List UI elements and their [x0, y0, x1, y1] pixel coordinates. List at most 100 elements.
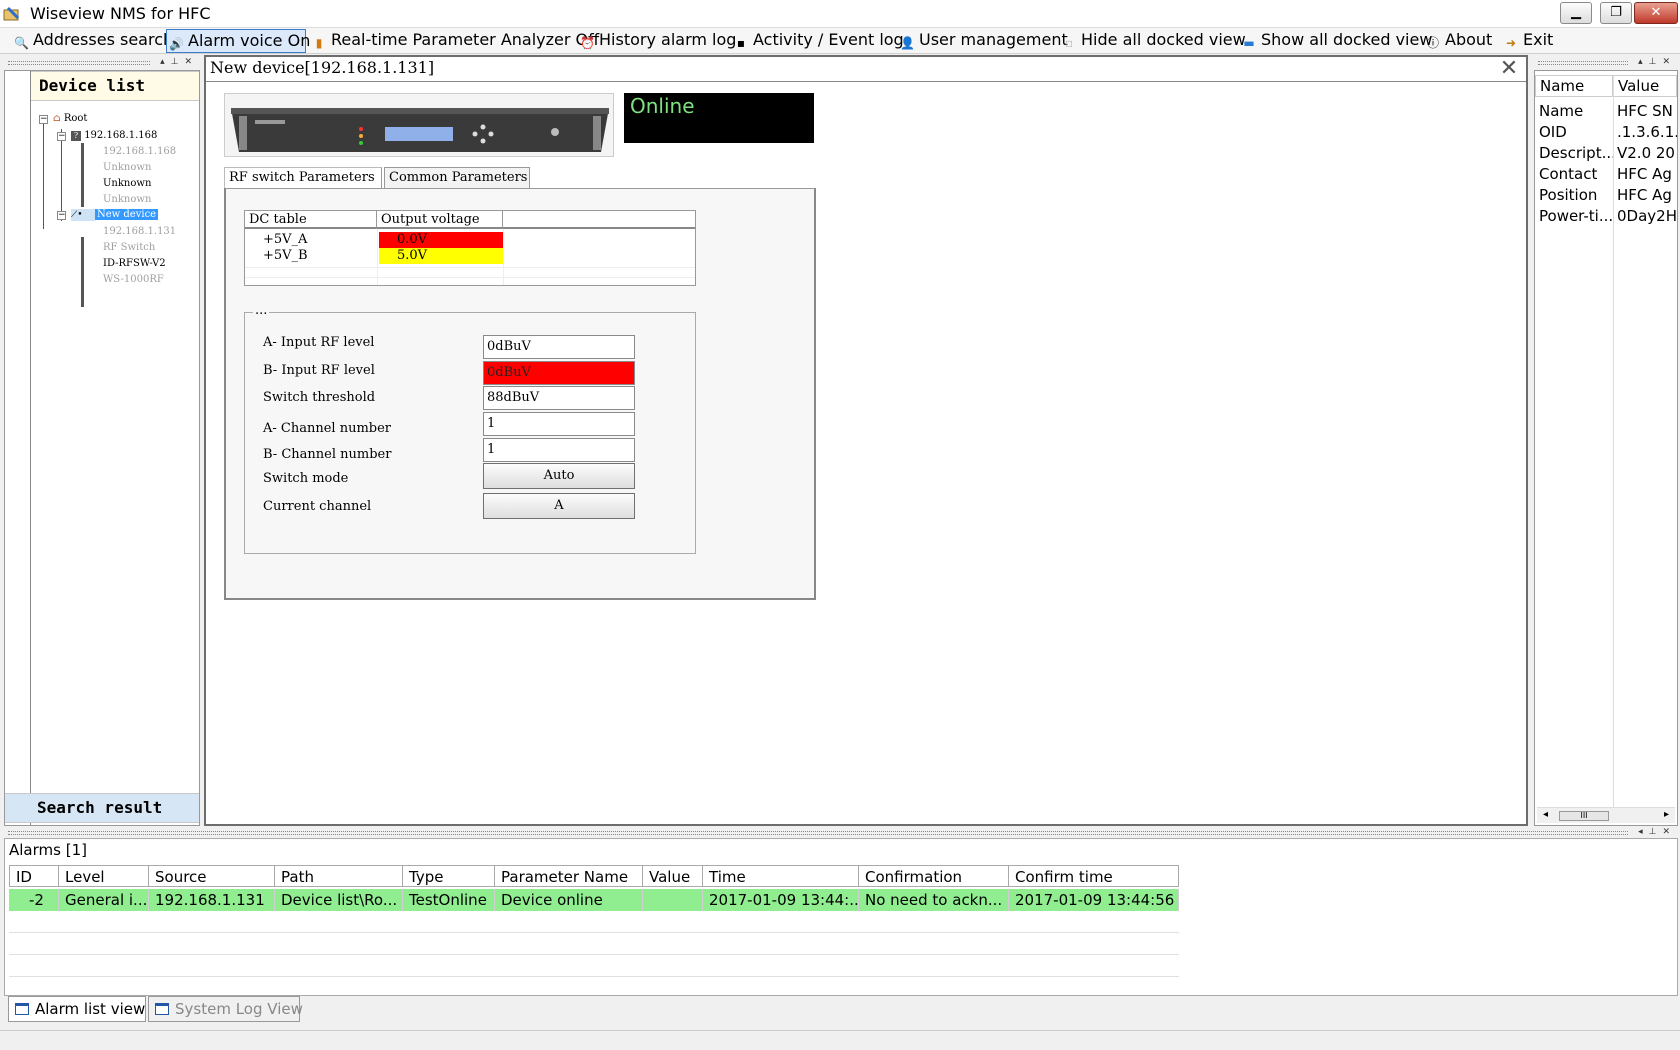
maximize-button[interactable]: ❐ [1600, 2, 1632, 24]
tree-item-ws1000rf[interactable]: WS-1000RF [103, 272, 164, 288]
b-channel-number-field[interactable]: 1 [483, 438, 635, 462]
property-row[interactable]: Name HFC SN [1535, 101, 1677, 122]
minimize-button[interactable]: ▁ [1560, 2, 1592, 24]
alarm-col-header[interactable]: Type [403, 865, 495, 887]
tree-item-ip-131[interactable]: 192.168.1.131 [103, 224, 176, 240]
activity-log-button[interactable]: ▪ Activity / Event log [732, 29, 904, 53]
alarm-col-header[interactable]: Time [703, 865, 859, 887]
switch-mode-button[interactable]: Auto [483, 463, 635, 489]
current-channel-label: Current channel [263, 499, 372, 514]
a-input-rf-field[interactable]: 0dBuV [483, 335, 635, 359]
tree-item-model-idrfsw[interactable]: ID-RFSW-V2 [103, 256, 166, 272]
tree-item-model-unknown[interactable]: Unknown [103, 176, 151, 192]
tree-item-device-168[interactable]: ? 192.168.1.168 [71, 128, 157, 144]
tree-item-new-device[interactable]: ⟋• New device [71, 207, 159, 223]
switch-threshold-field[interactable]: 88dBuV [483, 386, 635, 410]
alarm-col-header[interactable]: Value [643, 865, 703, 887]
rf-switch-icon: ⟋• [71, 209, 95, 221]
search-result-tab[interactable]: Search result [5, 793, 199, 823]
device-front-panel-image [224, 93, 614, 157]
close-window-button[interactable]: ✕ [1634, 2, 1678, 24]
user-management-button[interactable]: 👤 User management [898, 29, 1068, 53]
tree-item-root[interactable]: ⌂ Root [53, 111, 87, 127]
alarm-col-header[interactable]: Path [275, 865, 403, 887]
exit-button[interactable]: ➜ Exit [1502, 29, 1553, 53]
alarm-clock-icon: ⏰ [580, 36, 595, 50]
alarm-voice-toggle[interactable]: 🔊 Alarm voice On [166, 29, 310, 53]
alarm-dock-bar[interactable]: ◂⊥✕ [4, 828, 1678, 838]
tab-alarm-list-view[interactable]: Alarm list view [8, 996, 146, 1022]
dc-col-header-name[interactable]: DC table [245, 211, 377, 229]
property-row[interactable]: Contact HFC Ag [1535, 164, 1677, 185]
dock-controls-icon[interactable]: ▴⊥✕ [1638, 58, 1676, 67]
dock-controls-icon[interactable]: ▴⊥✕ [160, 58, 198, 67]
rf-switch-parameters-content: DC table Output voltage +5V_A 0.0V +5V_B… [224, 188, 816, 600]
about-button[interactable]: ⓘ About [1424, 29, 1492, 53]
device-list-header[interactable]: Device list [31, 71, 199, 101]
expand-toggle[interactable]: − [39, 115, 48, 124]
alarm-col-header[interactable]: ID [9, 865, 59, 887]
scrollbar-thumb[interactable]: III [1559, 811, 1609, 821]
alarm-row[interactable]: -2 General i... 192.168.1.131 Device lis… [9, 889, 1179, 911]
exit-icon: ➜ [1505, 36, 1517, 50]
device-list-dock-bar[interactable]: ▴⊥✕ [4, 58, 200, 68]
tab-system-log-view[interactable]: System Log View [148, 996, 303, 1022]
app-window: Wiseview NMS for HFC ▁ ❐ ✕ 🔍 Addresses se… [0, 0, 1680, 1050]
monitor-icon: ▬ [1243, 36, 1255, 50]
document-title: New device[192.168.1.131] [210, 58, 435, 77]
dc-table-row[interactable]: +5V_B 5.0V [245, 248, 695, 264]
addresses-search-button[interactable]: 🔍 Addresses search [12, 29, 173, 53]
a-input-rf-label: A- Input RF level [263, 335, 375, 350]
tree-item-type-unknown[interactable]: Unknown [103, 160, 151, 176]
tree-item-unknown[interactable]: Unknown [103, 192, 151, 208]
rt-analyzer-toggle[interactable]: ▮ Real-time Parameter Analyzer Off [310, 29, 599, 53]
window-list-icon [155, 1003, 169, 1015]
search-icon: 🔍 [14, 36, 29, 50]
dock-controls-icon[interactable]: ◂⊥✕ [1638, 828, 1676, 837]
alarm-col-header[interactable]: Confirmation [859, 865, 1009, 887]
tab-common-parameters[interactable]: Common Parameters [384, 167, 530, 189]
scroll-right-icon[interactable]: ▸ [1664, 809, 1669, 820]
alarm-col-header[interactable]: Source [149, 865, 275, 887]
prop-col-header-name[interactable]: Name [1535, 75, 1613, 97]
home-icon: ⌂ [53, 113, 61, 124]
prop-col-header-value[interactable]: Value [1613, 75, 1677, 97]
property-row[interactable]: OID .1.3.6.1. [1535, 122, 1677, 143]
alarm-list-panel: Alarms [1] ID Level Source Path Type Par… [4, 838, 1678, 996]
alarm-col-header[interactable]: Level [59, 865, 149, 887]
hide-docked-button[interactable]: ▫ Hide all docked view [1060, 29, 1246, 53]
property-row[interactable]: Descript... V2.0 20 [1535, 143, 1677, 164]
b-input-rf-label: B- Input RF level [263, 363, 375, 378]
device-illustration [225, 94, 613, 156]
property-row[interactable]: Position HFC Ag [1535, 185, 1677, 206]
b-channel-number-label: B- Channel number [263, 447, 392, 462]
dc-col-header-voltage[interactable]: Output voltage [377, 211, 503, 229]
property-row[interactable]: Power-ti... 0Day2H [1535, 206, 1677, 227]
switch-mode-label: Switch mode [263, 471, 349, 486]
dc-table-header: DC table Output voltage [245, 211, 695, 229]
show-docked-button[interactable]: ▬ Show all docked view [1240, 29, 1432, 53]
horizontal-scrollbar[interactable]: ◂ III ▸ [1537, 807, 1675, 823]
history-alarm-log-button[interactable]: ⏰ History alarm log [578, 29, 736, 53]
voltage-value-b: 5.0V [379, 248, 503, 264]
properties-dock-bar[interactable]: ▴⊥✕ [1534, 58, 1678, 68]
alarm-col-header[interactable]: Confirm time [1009, 865, 1179, 887]
dc-table-row[interactable]: +5V_A 0.0V [245, 232, 695, 248]
alarm-count-title: Alarms [1] [9, 841, 87, 859]
window-title: Wiseview NMS for HFC [30, 4, 211, 23]
expand-toggle[interactable]: − [57, 132, 66, 141]
tree-item-rf-switch[interactable]: RF Switch [103, 240, 155, 256]
speaker-icon: 🔊 [169, 37, 184, 51]
title-bar: Wiseview NMS for HFC ▁ ❐ ✕ [0, 0, 1680, 28]
device-status-indicator: Online [624, 93, 814, 143]
scroll-left-icon[interactable]: ◂ [1543, 809, 1548, 820]
a-channel-number-field[interactable]: 1 [483, 412, 635, 436]
expand-toggle[interactable]: − [57, 211, 66, 220]
alarm-col-header[interactable]: Parameter Name [495, 865, 643, 887]
b-input-rf-field[interactable]: 0dBuV [483, 361, 635, 385]
rf-parameters-group: ... A- Input RF level 0dBuV B- Input RF … [244, 303, 696, 554]
close-document-icon[interactable]: ✕ [1496, 58, 1522, 81]
user-icon: 👤 [900, 36, 915, 50]
tree-item-ip-168[interactable]: 192.168.1.168 [103, 144, 176, 160]
current-channel-button[interactable]: A [483, 493, 635, 519]
